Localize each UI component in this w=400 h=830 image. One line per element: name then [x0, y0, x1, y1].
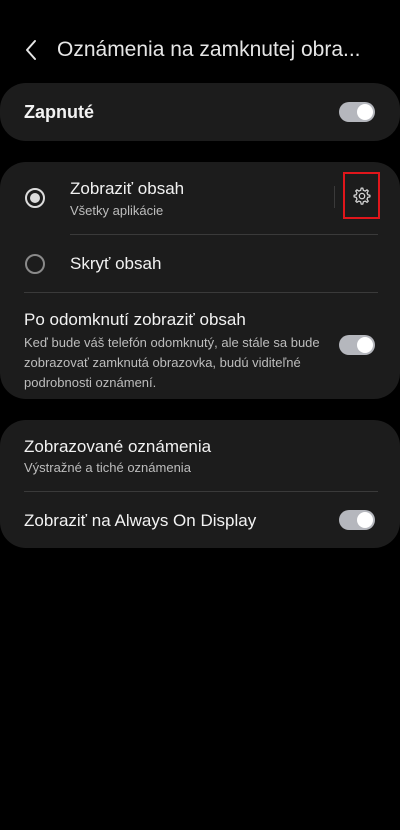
show-content-sublabel: Všetky aplikácie [70, 203, 164, 218]
display-options-card: Zobrazované oznámenia Výstražné a tiché … [0, 420, 400, 548]
toggle-knob [357, 104, 373, 120]
master-toggle-card[interactable]: Zapnuté [0, 83, 400, 141]
app-settings-button[interactable] [343, 172, 380, 219]
master-toggle-switch[interactable] [339, 102, 375, 122]
always-on-display-label: Zobraziť na Always On Display [24, 511, 257, 530]
show-content-option[interactable]: Zobraziť obsah Všetky aplikácie [0, 162, 330, 234]
master-toggle-label: Zapnuté [24, 102, 94, 122]
radio-selected-dot [30, 193, 40, 203]
show-content-label: Zobraziť obsah [70, 179, 185, 198]
chevron-left-icon [26, 40, 36, 60]
always-on-display-option[interactable]: Zobraziť na Always On Display [0, 492, 400, 548]
hide-content-label: Skryť obsah [70, 254, 162, 273]
after-unlock-label: Po odomknutí zobraziť obsah [24, 310, 246, 329]
back-button[interactable] [14, 34, 50, 66]
shown-notifications-label: Zobrazované oznámenia [24, 437, 212, 456]
shown-notifications-sublabel: Výstražné a tiché oznámenia [24, 460, 191, 475]
toggle-knob [357, 512, 373, 528]
hide-content-option[interactable]: Skryť obsah [0, 235, 400, 292]
always-on-display-toggle[interactable] [339, 510, 375, 530]
show-content-radio[interactable] [25, 188, 45, 208]
app-header: Oznámenia na zamknutej obra... [0, 28, 400, 72]
toggle-knob [357, 337, 373, 353]
after-unlock-description: Keď bude váš telefón odomknutý, ale stál… [24, 335, 320, 390]
hide-content-radio[interactable] [25, 254, 45, 274]
settings-separator [334, 186, 335, 208]
gear-icon [352, 186, 371, 205]
after-unlock-toggle[interactable] [339, 335, 375, 355]
page-title: Oznámenia na zamknutej obra... [57, 38, 361, 61]
shown-notifications-option[interactable]: Zobrazované oznámenia Výstražné a tiché … [0, 420, 400, 491]
